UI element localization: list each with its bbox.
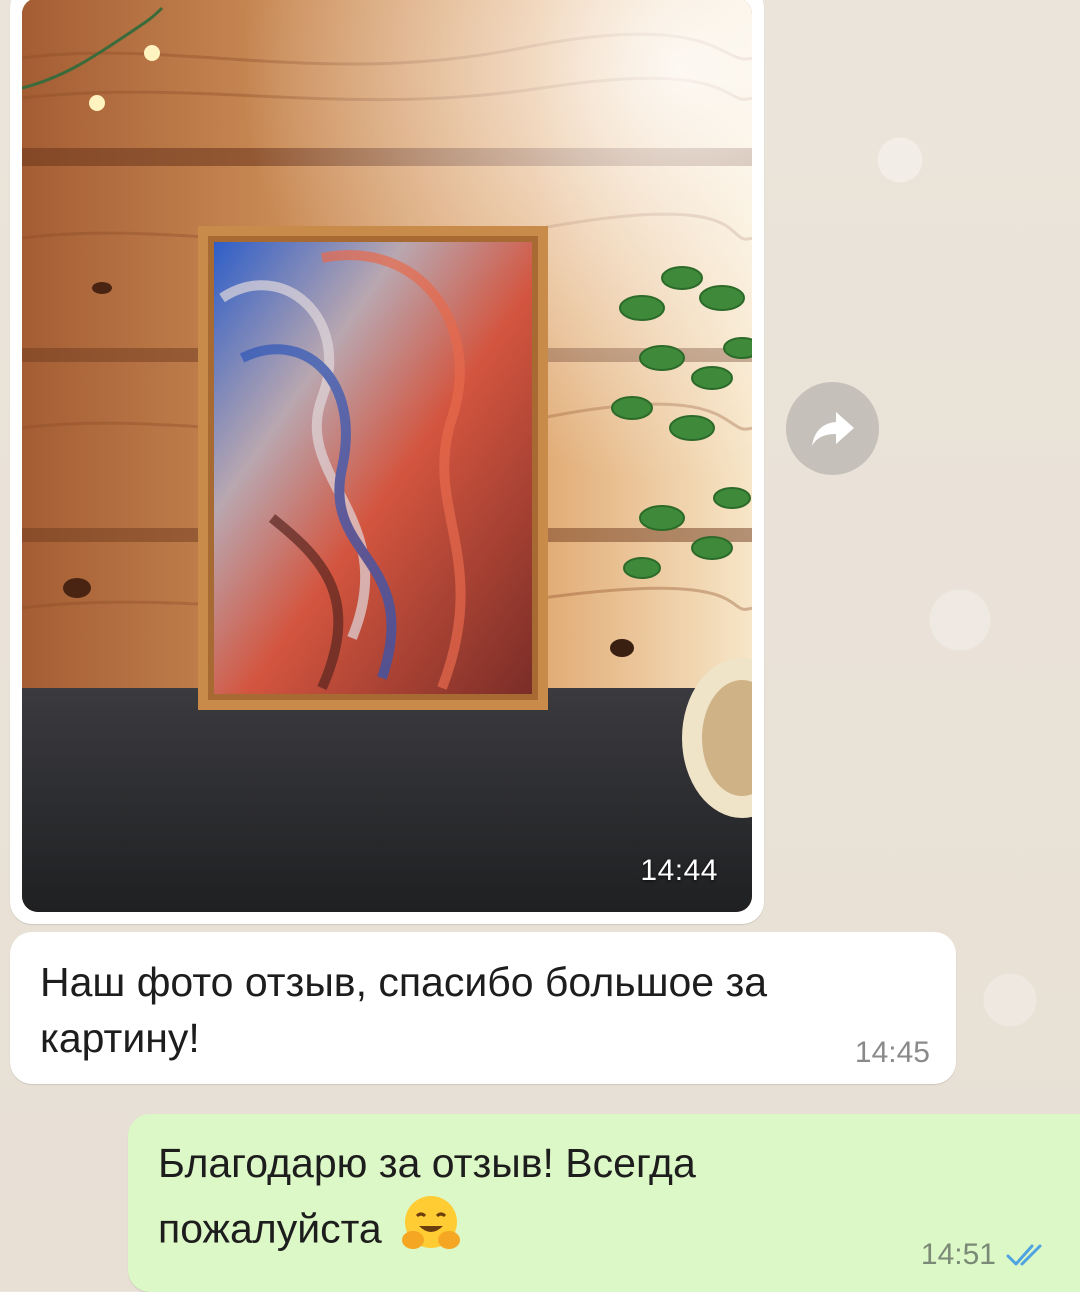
- photo-of-painting[interactable]: 14:44: [22, 0, 752, 912]
- message-meta: 14:51: [921, 1238, 1050, 1272]
- message-time: 14:51: [920, 1238, 996, 1271]
- incoming-text-message[interactable]: Наш фото отзыв, спасибо большое за карти…: [10, 932, 956, 1084]
- outgoing-text-message[interactable]: Благодарю за отзыв! Всегда пожалуйста 14…: [128, 1114, 1080, 1292]
- photo-illustration: [22, 0, 752, 912]
- forward-arrow-icon: [811, 411, 854, 446]
- message-time: 14:45: [854, 1036, 930, 1069]
- double-check-icon: [1006, 1244, 1042, 1266]
- incoming-image-message[interactable]: 14:44: [10, 0, 764, 924]
- message-text: Наш фото отзыв, спасибо большое за карти…: [40, 959, 768, 1061]
- forward-button[interactable]: [786, 382, 879, 475]
- image-message-time: 14:44: [640, 854, 718, 887]
- message-text-container: Благодарю за отзыв! Всегда пожалуйста: [158, 1134, 838, 1271]
- hugging-face-emoji-icon: [399, 1192, 463, 1271]
